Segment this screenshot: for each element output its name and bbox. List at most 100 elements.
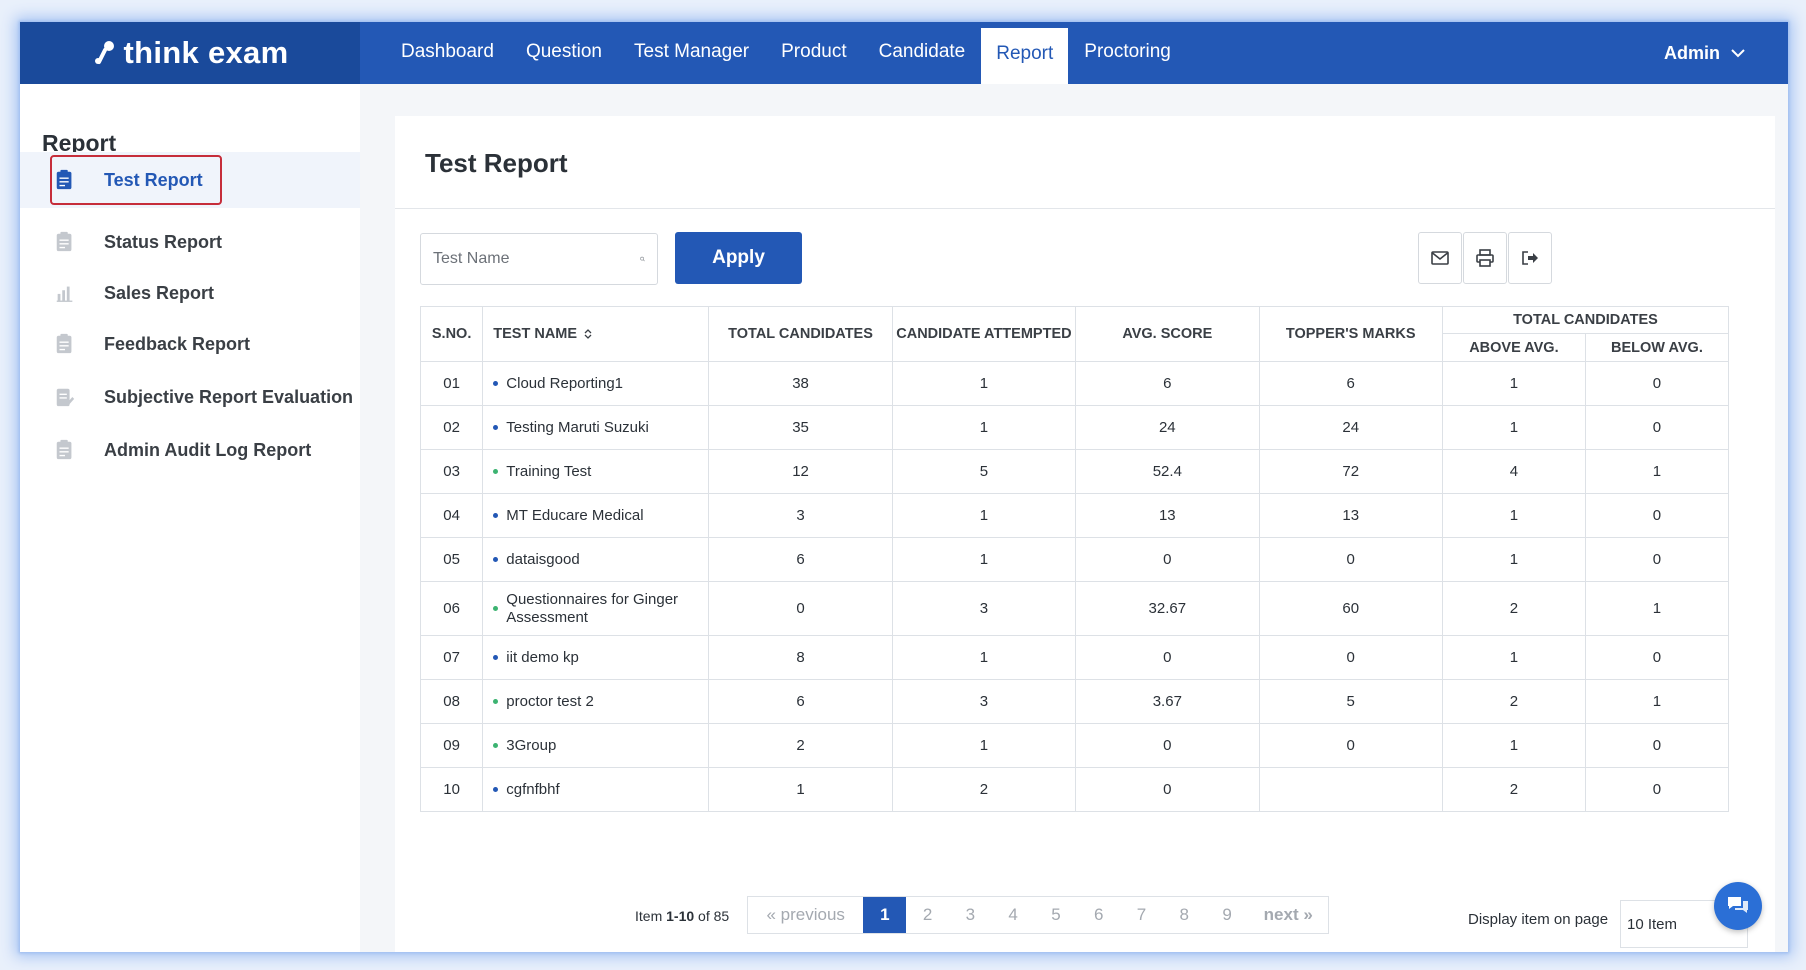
sidebar-item-label: Status Report	[104, 231, 223, 252]
sidebar-item-sales-report[interactable]: Sales Report	[20, 265, 360, 321]
items-per-page-value: 10 Item	[1627, 915, 1678, 933]
cell-total-candidates: 8	[708, 635, 893, 680]
nav-item-test-manager[interactable]: Test Manager	[618, 22, 765, 84]
export-button[interactable]	[1508, 232, 1552, 284]
cell-test-name[interactable]: 3Group	[482, 723, 710, 768]
next-page-button[interactable]: next »	[1248, 897, 1328, 933]
status-dot	[493, 655, 499, 661]
page-2-button[interactable]: 2	[906, 897, 949, 933]
page-4-button[interactable]: 4	[992, 897, 1035, 933]
previous-page-button[interactable]: « previous	[748, 897, 863, 933]
print-icon	[1476, 249, 1494, 267]
page-9-button[interactable]: 9	[1206, 897, 1249, 933]
cell-test-name[interactable]: Testing Maruti Suzuki	[482, 405, 710, 450]
cell-below-avg: 0	[1584, 493, 1730, 538]
cell-test-name[interactable]: dataisgood	[482, 537, 710, 582]
app-window: think exam Dashboard Question Test Manager…	[20, 22, 1788, 952]
cell-avg-score: 32.67	[1075, 581, 1260, 636]
cell-below-avg: 0	[1584, 361, 1730, 406]
nav-item-question[interactable]: Question	[510, 22, 618, 84]
nav-item-candidate[interactable]: Candidate	[863, 22, 982, 84]
cell-sno: 06	[419, 581, 484, 636]
display-items-label: Display item on page	[1468, 911, 1609, 928]
cell-above-avg: 1	[1441, 635, 1586, 680]
report-panel: Test Report Apply	[395, 116, 1775, 952]
cell-test-name[interactable]: Questionnaires for Ginger Assessment	[482, 581, 710, 636]
cell-below-avg: 0	[1584, 537, 1730, 582]
page-1-button[interactable]: 1	[863, 897, 907, 933]
print-button[interactable]	[1463, 232, 1507, 284]
cell-test-name[interactable]: iit demo kp	[482, 635, 710, 680]
cell-toppers-marks: 0	[1258, 635, 1443, 680]
sidebar-item-subjective-report-evaluation[interactable]: Subjective Report Evaluation	[20, 369, 360, 425]
page-8-button[interactable]: 8	[1163, 897, 1206, 933]
cell-above-avg: 4	[1441, 449, 1586, 494]
col-candidate-attempted: CANDIDATE ATTEMPTED	[891, 306, 1077, 362]
test-name-search-input[interactable]	[433, 250, 640, 268]
divider	[395, 208, 1775, 209]
cell-test-name[interactable]: proctor test 2	[482, 679, 710, 724]
col-below-avg: BELOW AVG.	[1584, 333, 1730, 362]
test-name: proctor test 2	[506, 692, 594, 710]
pagination-info-prefix: Item	[635, 908, 667, 924]
sidebar-item-test-report[interactable]: Test Report	[20, 152, 360, 208]
top-navbar: think exam Dashboard Question Test Manager…	[20, 22, 1788, 84]
status-dot	[493, 699, 499, 705]
table-row: 09 3Group 2 1 0 0 1 0	[419, 723, 1730, 768]
cell-above-avg: 1	[1441, 493, 1586, 538]
user-name: Admin	[1664, 43, 1720, 63]
cell-test-name[interactable]: MT Educare Medical	[482, 493, 710, 538]
user-menu[interactable]: Admin	[1664, 22, 1746, 84]
cell-candidate-attempted: 1	[891, 635, 1077, 680]
page-3-button[interactable]: 3	[949, 897, 992, 933]
status-dot	[493, 787, 499, 793]
edit-document-icon	[56, 388, 75, 407]
chat-button[interactable]	[1714, 882, 1762, 930]
cell-above-avg: 2	[1441, 679, 1586, 724]
table-row: 04 MT Educare Medical 3 1 13 13 1 0	[419, 493, 1730, 538]
sidebar-item-admin-audit-log-report[interactable]: Admin Audit Log Report	[20, 422, 360, 478]
cell-test-name[interactable]: Cloud Reporting1	[482, 361, 710, 406]
test-name: iit demo kp	[506, 648, 579, 666]
cell-total-candidates: 38	[708, 361, 893, 406]
col-total-candidates: TOTAL CANDIDATES	[708, 306, 893, 362]
test-name: dataisgood	[506, 550, 580, 568]
cell-below-avg: 1	[1584, 679, 1730, 724]
sort-icon[interactable]	[583, 328, 593, 340]
email-icon	[1431, 251, 1449, 265]
sidebar-item-label: Sales Report	[104, 282, 215, 303]
cell-total-candidates: 35	[708, 405, 893, 450]
col-group-total-candidates: TOTAL CANDIDATES	[1441, 306, 1730, 334]
table-row: 08 proctor test 2 6 3 3.67 5 2 1	[419, 679, 1730, 724]
email-button[interactable]	[1418, 232, 1462, 284]
cell-test-name[interactable]: cgfnfbhf	[482, 767, 710, 812]
nav-item-proctoring[interactable]: Proctoring	[1068, 22, 1187, 84]
status-dot	[493, 425, 499, 431]
clipboard-icon	[56, 231, 72, 252]
col-test-name-label: TEST NAME	[493, 326, 578, 342]
col-above-avg: ABOVE AVG.	[1441, 333, 1586, 362]
nav-item-dashboard[interactable]: Dashboard	[385, 22, 510, 84]
page-5-button[interactable]: 5	[1035, 897, 1078, 933]
test-name: Testing Maruti Suzuki	[506, 418, 649, 436]
cell-above-avg: 1	[1441, 361, 1586, 406]
cell-avg-score: 52.4	[1075, 449, 1260, 494]
cell-toppers-marks: 0	[1258, 723, 1443, 768]
sidebar-item-feedback-report[interactable]: Feedback Report	[20, 316, 360, 372]
sidebar-item-status-report[interactable]: Status Report	[20, 214, 360, 270]
page-7-button[interactable]: 7	[1120, 897, 1163, 933]
page-6-button[interactable]: 6	[1077, 897, 1120, 933]
logo[interactable]: think exam	[20, 22, 360, 84]
nav-item-report[interactable]: Report	[981, 28, 1069, 84]
cell-sno: 03	[419, 449, 484, 494]
page-title: Test Report	[425, 148, 568, 178]
cell-toppers-marks: 5	[1258, 679, 1443, 724]
search-box	[420, 233, 658, 285]
col-test-name[interactable]: TEST NAME	[482, 306, 710, 362]
sidebar-item-label: Admin Audit Log Report	[104, 439, 312, 460]
apply-button[interactable]: Apply	[675, 232, 802, 284]
search-icon[interactable]	[640, 250, 645, 268]
test-name: cgfnfbhf	[506, 780, 560, 798]
cell-test-name[interactable]: Training Test	[482, 449, 710, 494]
nav-item-product[interactable]: Product	[765, 22, 862, 84]
